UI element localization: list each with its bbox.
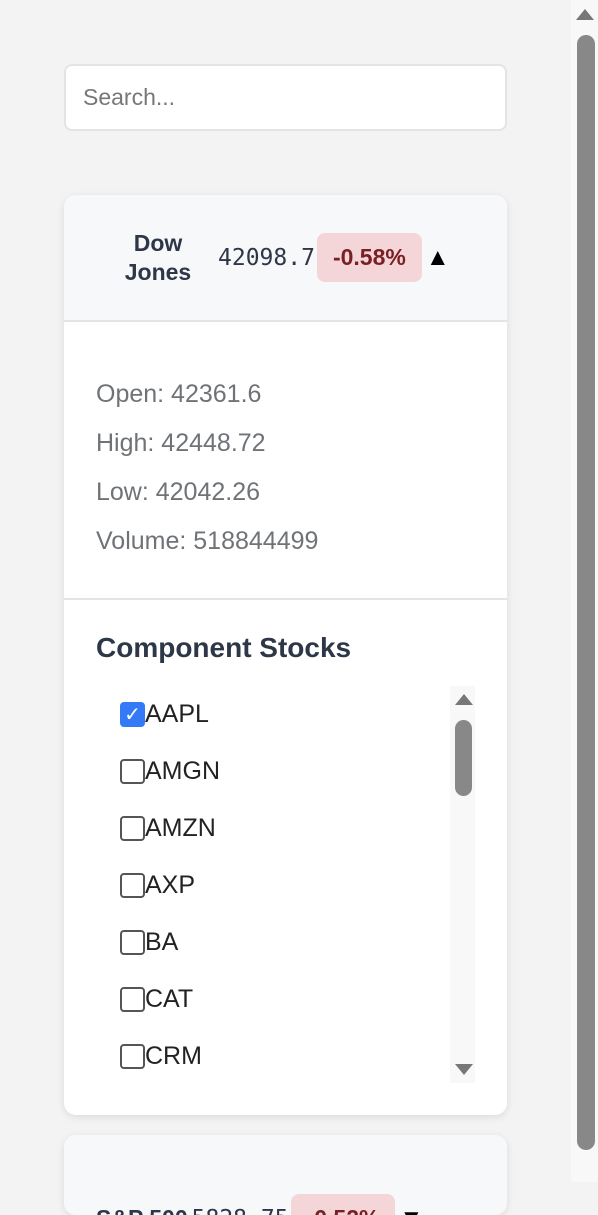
change-badge: -0.52% [291, 1194, 396, 1215]
component-list[interactable]: ✓AAPL AMGN AMZN AXP BA CAT CRM [96, 686, 475, 1083]
scroll-down-icon[interactable] [455, 1064, 473, 1075]
ticker-label: CAT [145, 985, 193, 1014]
checkbox[interactable] [120, 987, 145, 1012]
component-item[interactable]: ✓AAPL [96, 686, 475, 743]
ticker-label: AAPL [145, 700, 209, 729]
index-price: 42098.7 [218, 245, 315, 271]
component-item[interactable]: CAT [96, 971, 475, 1028]
ticker-label: CRM [145, 1042, 202, 1071]
scrollbar-thumb[interactable] [577, 35, 595, 1150]
component-item[interactable]: CRM [96, 1028, 475, 1083]
checkbox[interactable]: ✓ [120, 702, 145, 727]
list-scrollbar[interactable] [450, 686, 475, 1083]
component-item[interactable]: AMGN [96, 743, 475, 800]
index-price: 5828.75 [192, 1206, 289, 1215]
index-header[interactable]: S&P 500 5828.75 -0.52% ▼ [64, 1135, 507, 1215]
ticker-label: AMZN [145, 814, 216, 843]
search-input[interactable] [64, 64, 507, 131]
component-item[interactable]: BA [96, 914, 475, 971]
index-name: S&P 500 [96, 1204, 188, 1215]
index-card-dow-jones: Dow Jones 42098.7 -0.58% ▲ Open: 42361.6… [64, 195, 507, 1115]
ticker-label: AXP [145, 871, 195, 900]
expand-toggle-icon[interactable]: ▼ [399, 1205, 423, 1215]
component-item[interactable]: AXP [96, 857, 475, 914]
checkbox[interactable] [120, 930, 145, 955]
checkbox[interactable] [120, 873, 145, 898]
page-scrollbar[interactable] [571, 0, 598, 1182]
index-details: Open: 42361.6 High: 42448.72 Low: 42042.… [64, 322, 507, 600]
collapse-toggle-icon[interactable]: ▲ [426, 244, 450, 272]
checkbox[interactable] [120, 1044, 145, 1069]
component-stocks-title: Component Stocks [96, 632, 475, 664]
scrollbar-thumb[interactable] [455, 720, 472, 796]
index-header[interactable]: Dow Jones 42098.7 -0.58% ▲ [64, 195, 507, 322]
low-value: Low: 42042.26 [96, 468, 475, 517]
component-stocks: Component Stocks ✓AAPL AMGN AMZN AXP BA CAT CR… [64, 600, 507, 1115]
open-value: Open: 42361.6 [96, 370, 475, 419]
ticker-label: AMGN [145, 757, 220, 786]
volume-value: Volume: 518844499 [96, 517, 475, 566]
checkbox[interactable] [120, 816, 145, 841]
scroll-up-icon[interactable] [576, 9, 594, 20]
scroll-up-icon[interactable] [455, 694, 473, 705]
index-card-sp500: S&P 500 5828.75 -0.52% ▼ [64, 1135, 507, 1215]
change-badge: -0.58% [317, 233, 422, 282]
ticker-label: BA [145, 928, 178, 957]
index-name: Dow Jones [114, 229, 202, 287]
high-value: High: 42448.72 [96, 419, 475, 468]
component-item[interactable]: AMZN [96, 800, 475, 857]
checkbox[interactable] [120, 759, 145, 784]
